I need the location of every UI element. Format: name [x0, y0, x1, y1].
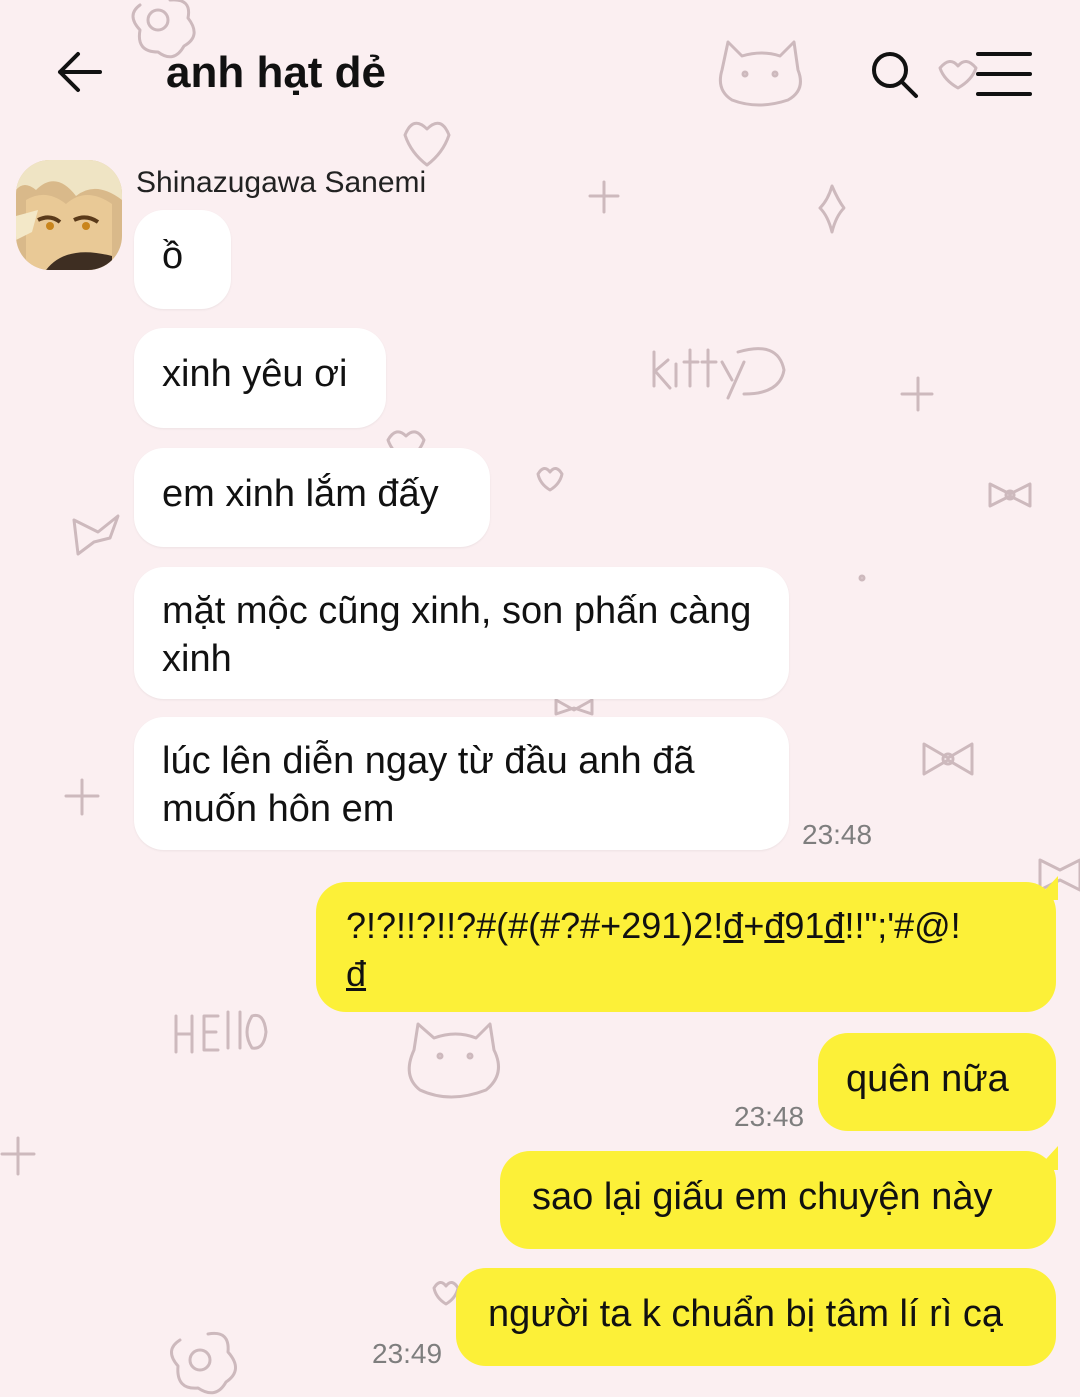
back-button[interactable]: [50, 42, 110, 102]
avatar-image: [16, 160, 122, 270]
menu-button[interactable]: [970, 46, 1036, 102]
incoming-message[interactable]: mặt mộc cũng xinh, son phấn càng xinh: [134, 567, 789, 699]
outgoing-message[interactable]: quên nữa: [818, 1033, 1056, 1131]
bow-icon: [554, 698, 594, 716]
message-text: người ta k chuẩn bị tâm lí rì cạ: [488, 1293, 1004, 1335]
search-button[interactable]: [866, 46, 922, 102]
message-text: ồ: [162, 235, 184, 277]
outgoing-message[interactable]: ?!?!!?!!?#(#(#?#+291)2!đ+đ91đ!!";'#@! đ: [316, 882, 1056, 1012]
message-text: ?!?!!?!!?#(#(#?#+291)2!đ+đ91đ!!";'#@! đ: [346, 905, 961, 994]
bow-icon: [922, 742, 974, 776]
search-icon: [872, 52, 918, 98]
incoming-message[interactable]: ồ: [134, 210, 231, 309]
sparkle-icon: [818, 184, 846, 234]
outgoing-message[interactable]: sao lại giấu em chuyện này: [500, 1151, 1056, 1249]
hamburger-menu-icon: [976, 52, 1032, 96]
arrow-left-icon: [58, 52, 102, 92]
avatar[interactable]: [16, 160, 122, 270]
bubble-tail: [1036, 876, 1058, 900]
kitty-doodle: [652, 347, 786, 400]
timestamp: 23:48: [734, 1101, 805, 1132]
bow-icon: [988, 482, 1032, 508]
flower-icon: [170, 1331, 237, 1395]
outgoing-message[interactable]: người ta k chuẩn bị tâm lí rì cạ: [456, 1268, 1056, 1366]
message-text: quên nữa: [846, 1058, 1009, 1100]
dot-doodle: [858, 574, 866, 582]
incoming-message[interactable]: xinh yêu ơi: [134, 328, 386, 428]
heart-icon: [432, 1281, 460, 1306]
plus-icon: [588, 180, 620, 214]
bow-icon: [72, 514, 120, 556]
incoming-message[interactable]: em xinh lắm đấy: [134, 448, 490, 547]
plus-icon: [64, 778, 100, 816]
plus-icon: [0, 1136, 36, 1176]
incoming-message[interactable]: lúc lên diễn ngay từ đầu anh đã muốn hôn…: [134, 717, 789, 850]
heart-icon: [536, 467, 564, 492]
timestamp: 23:48: [802, 819, 873, 850]
hello-doodle: [174, 1010, 268, 1054]
cat-face-icon: [407, 1022, 500, 1099]
sender-name: Shinazugawa Sanemi: [136, 166, 427, 199]
message-text: xinh yêu ơi: [162, 353, 348, 395]
message-text: lúc lên diễn ngay từ đầu anh đã muốn hôn…: [162, 740, 695, 830]
message-text: mặt mộc cũng xinh, son phấn càng xinh: [162, 590, 752, 680]
chat-header: anh hạt dẻ: [0, 0, 1080, 140]
message-text: em xinh lắm đấy: [162, 473, 439, 515]
chat-title: anh hạt dẻ: [166, 48, 387, 97]
message-text: sao lại giấu em chuyện này: [532, 1176, 993, 1218]
timestamp: 23:49: [372, 1338, 443, 1369]
plus-icon: [900, 376, 934, 412]
bubble-tail: [1036, 1146, 1058, 1170]
